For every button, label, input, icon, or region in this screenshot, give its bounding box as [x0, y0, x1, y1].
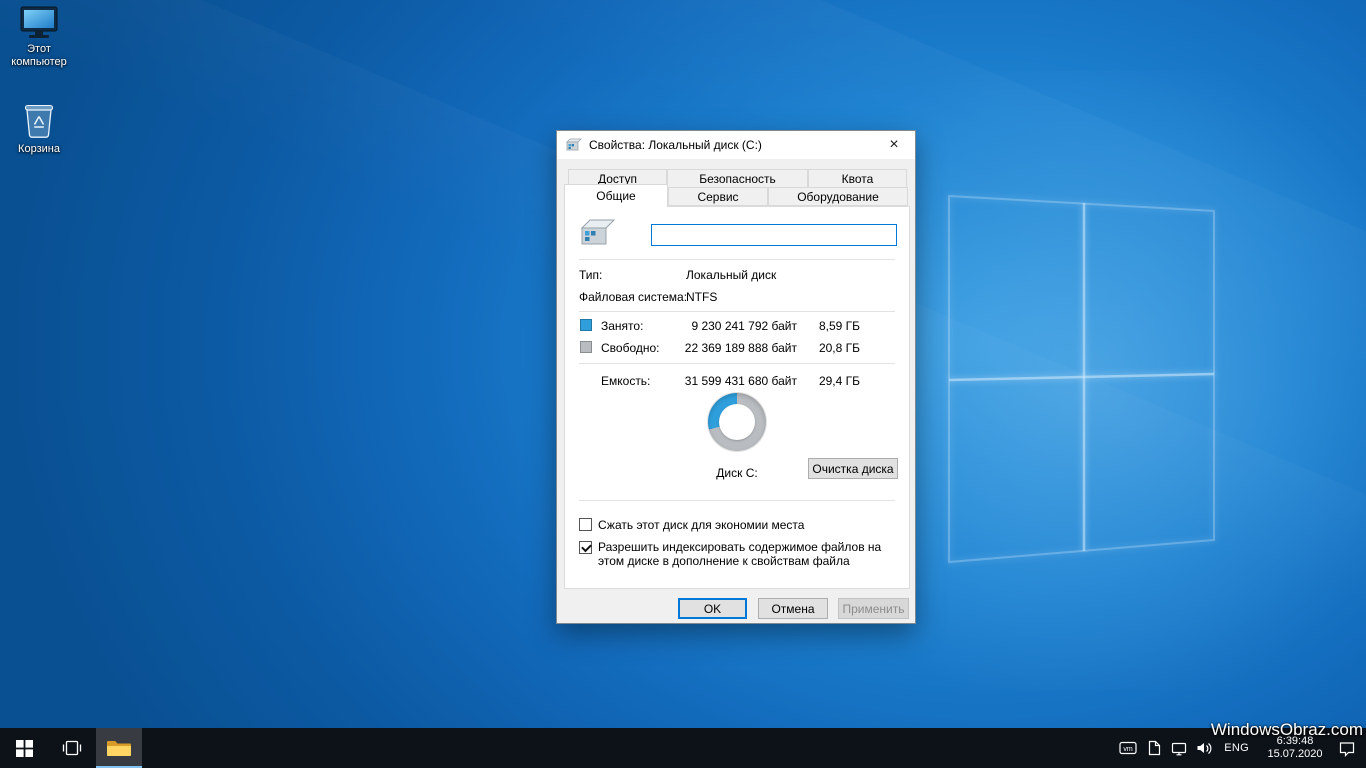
separator: [579, 311, 895, 312]
drive-icon: [565, 138, 583, 152]
free-label: Свободно:: [601, 341, 660, 355]
filesystem-label: Файловая система:: [579, 290, 687, 304]
drive-icon-large: [578, 218, 616, 248]
separator: [579, 363, 895, 364]
filesystem-value: NTFS: [686, 290, 717, 304]
watermark: WindowsObraz.com: [1211, 720, 1363, 740]
free-size: 20,8 ГБ: [819, 341, 860, 355]
disk-usage-chart: [708, 393, 766, 451]
free-swatch: [580, 341, 592, 353]
close-icon: ×: [889, 136, 898, 154]
used-size: 8,59 ГБ: [819, 319, 860, 333]
dialog-titlebar[interactable]: Свойства: Локальный диск (C:) ×: [557, 131, 915, 159]
ok-button[interactable]: OK: [678, 598, 747, 619]
file-explorer-icon: [106, 738, 132, 758]
compress-checkbox-label[interactable]: Сжать этот диск для экономии места: [598, 518, 903, 532]
document-tray-icon[interactable]: [1146, 740, 1162, 756]
desktop-icon-recycle-bin[interactable]: Корзина: [2, 100, 76, 156]
tab-label: Безопасность: [699, 172, 776, 186]
type-value: Локальный диск: [686, 268, 776, 282]
tab-quota[interactable]: Квота: [808, 169, 907, 188]
file-explorer-button[interactable]: [96, 728, 142, 768]
apply-button[interactable]: Применить: [838, 598, 909, 619]
action-center-icon: [1338, 740, 1356, 757]
capacity-label: Емкость:: [601, 374, 650, 388]
type-label: Тип:: [579, 268, 602, 282]
index-checkbox-label[interactable]: Разрешить индексировать содержимое файло…: [598, 540, 900, 568]
used-label: Занято:: [601, 319, 643, 333]
tab-general[interactable]: Общие: [564, 184, 668, 207]
network-tray-icon[interactable]: [1171, 740, 1187, 756]
volume-label-input[interactable]: [651, 224, 897, 246]
task-view-button[interactable]: [48, 728, 96, 768]
compress-checkbox[interactable]: [579, 518, 592, 531]
disk-cleanup-button[interactable]: Очистка диска: [808, 458, 898, 479]
clock-date: 15.07.2020: [1267, 748, 1322, 761]
dialog-title: Свойства: Локальный диск (C:): [589, 138, 762, 152]
free-bytes: 22 369 189 888 байт: [685, 341, 797, 355]
tab-hardware[interactable]: Оборудование: [768, 187, 908, 206]
disk-chart-label: Диск C:: [695, 466, 779, 480]
computer-icon: [19, 6, 59, 40]
tab-label: Квота: [842, 172, 874, 186]
separator: [579, 500, 895, 501]
index-checkbox[interactable]: [579, 541, 592, 554]
properties-dialog: Свойства: Локальный диск (C:) × Доступ Б…: [556, 130, 916, 624]
tab-security[interactable]: Безопасность: [667, 169, 808, 188]
used-swatch: [580, 319, 592, 331]
svg-text:vm: vm: [1124, 746, 1134, 753]
general-tab-page: Тип: Локальный диск Файловая система: NT…: [564, 206, 910, 589]
desktop-icon-this-pc[interactable]: Этот компьютер: [2, 6, 76, 69]
recycle-bin-icon: [22, 100, 56, 140]
volume-tray-icon[interactable]: [1196, 740, 1212, 756]
tab-tools[interactable]: Сервис: [668, 187, 768, 206]
start-icon: [16, 740, 33, 757]
cancel-button[interactable]: Отмена: [758, 598, 828, 619]
tab-label: Оборудование: [797, 190, 879, 204]
capacity-bytes: 31 599 431 680 байт: [685, 374, 797, 388]
desktop-icon-label: Корзина: [2, 143, 76, 156]
used-bytes: 9 230 241 792 байт: [691, 319, 797, 333]
language-indicator[interactable]: ENG: [1221, 742, 1252, 754]
action-center-button[interactable]: [1338, 740, 1356, 757]
taskbar: vm ENG 6:39:48 15.07.2020: [0, 728, 1366, 768]
tab-label: Сервис: [697, 190, 738, 204]
capacity-size: 29,4 ГБ: [819, 374, 860, 388]
close-button[interactable]: ×: [873, 131, 915, 158]
vm-tray-icon[interactable]: vm: [1119, 740, 1137, 756]
desktop-icon-label: Этот компьютер: [2, 43, 76, 69]
separator: [579, 259, 895, 260]
task-view-icon: [62, 738, 82, 758]
start-button[interactable]: [0, 728, 48, 768]
taskbar-spacer: [142, 728, 1119, 768]
tab-label: Общие: [596, 189, 635, 203]
